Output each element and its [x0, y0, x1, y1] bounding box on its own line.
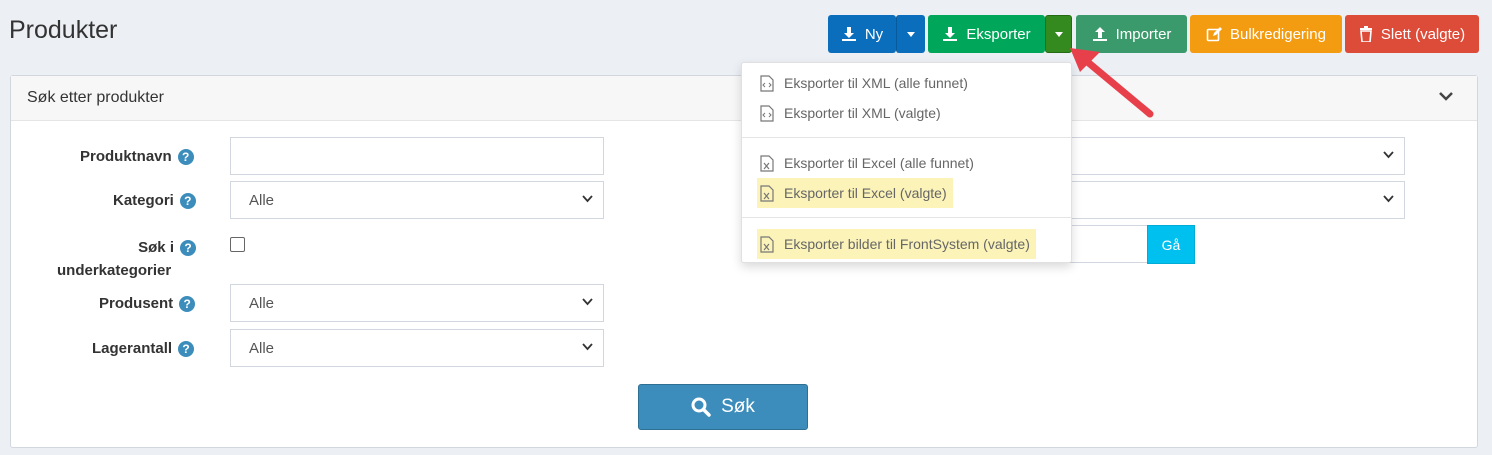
help-icon[interactable]: ?: [180, 240, 196, 257]
xml-file-icon: [760, 74, 774, 92]
help-icon[interactable]: ?: [178, 341, 195, 358]
category-label: Kategori?: [113, 192, 196, 210]
menu-item-export-excel-all[interactable]: Eksporter til Excel (alle funnet): [760, 148, 974, 178]
download-icon: [841, 27, 856, 41]
right-input[interactable]: [1060, 225, 1148, 263]
help-icon[interactable]: ?: [179, 193, 196, 210]
right-select-2[interactable]: [1060, 181, 1405, 219]
help-icon[interactable]: ?: [179, 296, 196, 313]
page-title: Produkter: [9, 16, 118, 44]
menu-item-label: Eksporter bilder til FrontSystem (valgte…: [784, 236, 1030, 252]
menu-divider: [742, 137, 1071, 138]
go-button[interactable]: Gå: [1147, 225, 1195, 264]
caret-down-icon: [907, 31, 915, 37]
chevron-down-icon: [1383, 195, 1394, 203]
stock-select[interactable]: Alle: [230, 329, 604, 367]
menu-item-export-excel-selected[interactable]: Eksporter til Excel (valgte): [757, 178, 953, 208]
product-name-label-text: Produktnavn: [80, 148, 172, 165]
annotation-arrow: [1070, 48, 1154, 118]
chevron-down-icon: [582, 298, 593, 306]
bulk-edit-button[interactable]: Bulkredigering: [1190, 15, 1342, 53]
category-select-value: Alle: [249, 191, 275, 209]
subcategories-label: Søk i? underkategorier: [57, 236, 196, 282]
edit-icon: [1206, 27, 1223, 42]
right-select-1[interactable]: [1060, 137, 1405, 175]
category-label-text: Kategori: [113, 192, 174, 209]
help-icon[interactable]: ?: [177, 149, 194, 166]
export-dropdown-menu: Eksporter til XML (alle funnet) Eksporte…: [741, 62, 1072, 263]
stock-label: Lagerantall?: [92, 340, 195, 358]
new-button-label: Ny: [864, 25, 884, 43]
download-icon: [943, 27, 958, 41]
menu-item-export-xml-selected[interactable]: Eksporter til XML (valgte): [760, 98, 941, 128]
menu-divider: [742, 217, 1071, 218]
caret-down-icon: [1054, 31, 1063, 37]
trash-icon: [1359, 26, 1372, 42]
chevron-down-icon: [582, 195, 593, 203]
stock-label-text: Lagerantall: [92, 340, 173, 357]
manufacturer-label-text: Produsent: [99, 295, 174, 312]
stock-select-value: Alle: [249, 339, 275, 357]
search-icon: [691, 397, 711, 417]
excel-file-icon: [760, 235, 774, 253]
menu-item-label: Eksporter til Excel (valgte): [784, 185, 947, 201]
menu-item-label: Eksporter til XML (valgte): [784, 105, 941, 121]
search-button-label: Søk: [721, 396, 755, 417]
search-panel-title: Søk etter produkter: [27, 89, 164, 106]
chevron-down-icon[interactable]: [1439, 90, 1453, 102]
subcategories-label-line2: underkategorier: [57, 262, 172, 279]
menu-item-export-xml-all[interactable]: Eksporter til XML (alle funnet): [760, 68, 968, 98]
product-name-input[interactable]: [230, 137, 604, 175]
bulk-edit-button-label: Bulkredigering: [1230, 25, 1326, 43]
export-button-label: Eksporter: [966, 25, 1031, 43]
chevron-down-icon: [582, 343, 593, 351]
subcategories-label-line1: Søk i: [138, 239, 174, 256]
excel-file-icon: [760, 154, 774, 172]
subcategories-checkbox[interactable]: [230, 237, 245, 252]
search-button[interactable]: Søk: [638, 384, 808, 430]
chevron-down-icon: [1383, 151, 1394, 159]
excel-file-icon: [760, 184, 774, 202]
menu-item-export-images-frontsystem[interactable]: Eksporter bilder til FrontSystem (valgte…: [757, 229, 1036, 259]
manufacturer-label: Produsent?: [99, 295, 196, 313]
delete-selected-button[interactable]: Slett (valgte): [1345, 15, 1479, 53]
product-name-label: Produktnavn?: [80, 148, 194, 166]
category-select[interactable]: Alle: [230, 181, 604, 219]
manufacturer-select-value: Alle: [249, 294, 275, 312]
xml-file-icon: [760, 104, 774, 122]
delete-button-label: Slett (valgte): [1380, 25, 1466, 43]
new-dropdown-toggle[interactable]: [896, 15, 925, 53]
manufacturer-select[interactable]: Alle: [230, 284, 604, 322]
new-button[interactable]: Ny: [828, 15, 896, 53]
export-button[interactable]: Eksporter: [928, 15, 1045, 53]
menu-item-label: Eksporter til XML (alle funnet): [784, 75, 968, 91]
menu-item-label: Eksporter til Excel (alle funnet): [784, 155, 974, 171]
